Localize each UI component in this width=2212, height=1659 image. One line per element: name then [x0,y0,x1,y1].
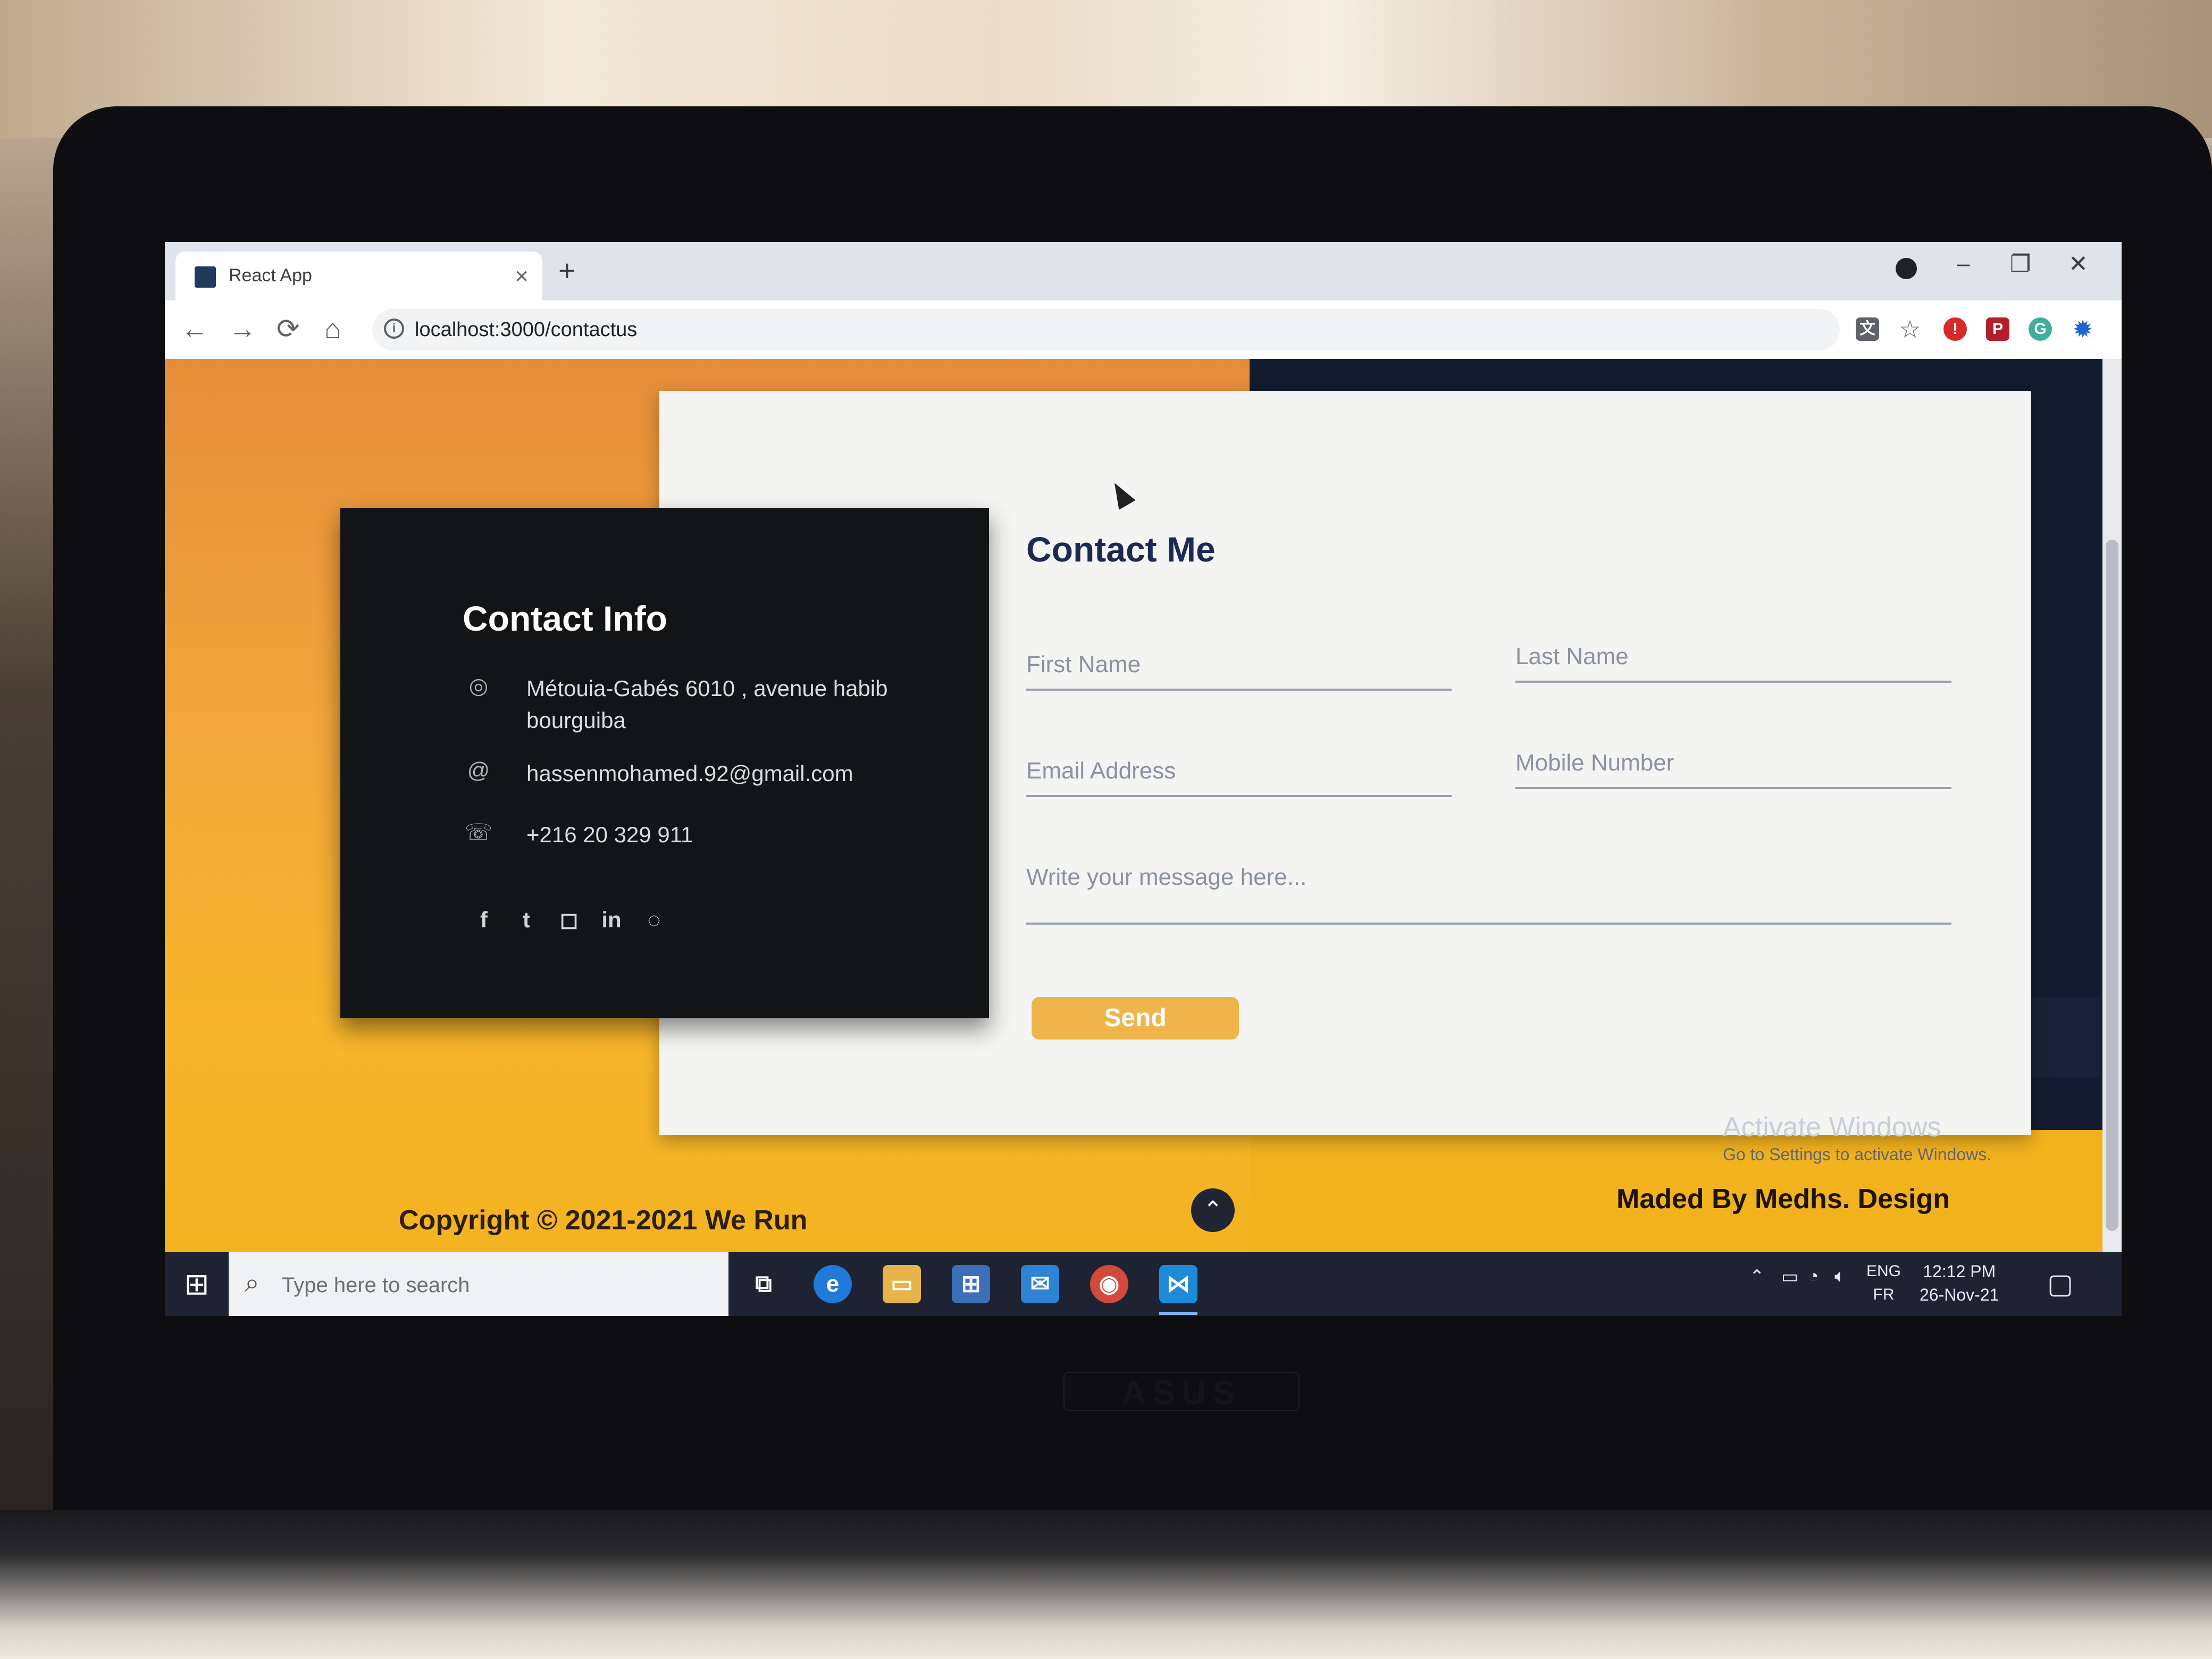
mobile-number-field[interactable]: Mobile Number [1515,739,1951,789]
show-hidden-icons-icon[interactable]: ⌃ [1749,1266,1765,1287]
whatsapp-icon[interactable]: ◌ [633,907,675,933]
pdf-icon[interactable]: P [1986,317,2009,341]
linkedin-icon[interactable]: in [590,907,633,933]
last-name-placeholder: Last Name [1515,643,1629,669]
vscode-active-indicator [1159,1312,1197,1315]
clock-time: 12:12 PM [1923,1262,1996,1281]
translate-icon[interactable]: 文 [1856,317,1879,341]
laptop-base [0,1510,2212,1659]
first-name-placeholder: First Name [1026,651,1141,677]
message-textarea[interactable]: Write your message here... [1026,853,1951,925]
browser-toolbar: ← → ⟳ ⌂ i localhost:3000/contactus 文 ☆ !… [165,300,2122,360]
last-name-field[interactable]: Last Name [1515,633,1951,683]
bookmark-star-icon[interactable]: ☆ [1898,317,1922,341]
minimize-button[interactable]: – [1957,250,1970,277]
language-secondary: FR [1873,1286,1895,1303]
clock-date: 26-Nov-21 [1920,1285,1999,1304]
windows-start-icon[interactable]: ⊞ [165,1252,229,1316]
task-view-icon[interactable]: ⧉ [744,1265,783,1303]
facebook-icon[interactable]: f [463,907,505,933]
footer-copyright: Copyright © 2021-2021 We Run [399,1205,808,1236]
phone-text: +216 20 329 911 [526,822,693,847]
activate-windows-subtitle: Go to Settings to activate Windows. [1723,1145,1992,1164]
tab-close-icon[interactable]: × [515,263,529,290]
location-icon: ◎ [468,673,489,698]
contact-page: Contact Me First Name Last Name Email Ad… [165,359,2122,1316]
address-bar[interactable]: i localhost:3000/contactus [372,309,1840,350]
gear-extension-icon[interactable]: ✹ [2071,317,2094,341]
site-info-icon[interactable]: i [384,319,404,339]
mail-icon[interactable]: ✉ [1021,1265,1059,1303]
laptop-screen: React App × + – ❐ ✕ ← → ⟳ ⌂ i localhost:… [165,242,2122,1316]
social-links: f t ◻ in ◌ [463,907,675,933]
browser-tab-bar: React App × + – ❐ ✕ [165,242,2122,300]
twitter-icon[interactable]: t [505,907,548,933]
ublock-icon[interactable]: ! [1943,317,1967,341]
edge-browser-icon[interactable]: e [814,1265,852,1303]
message-placeholder: Write your message here... [1026,864,1307,890]
tab-title: React App [229,265,312,286]
taskbar-search[interactable]: ⌕ Type here to search [229,1252,728,1316]
page-scrollbar[interactable] [2102,359,2122,1316]
taskbar-clock[interactable]: 12:12 PM 26-Nov-21 [1920,1260,1999,1306]
address-text: Métouia-Gabés 6010 , avenue habib bourgu… [526,676,888,733]
react-app-favicon-icon [195,266,216,288]
language-indicator[interactable]: ENG FR [1866,1260,1901,1306]
contact-info-title: Contact Info [463,599,667,638]
home-icon[interactable]: ⌂ [324,313,341,345]
microsoft-store-icon[interactable]: ⊞ [952,1265,990,1303]
email-field[interactable]: Email Address [1026,747,1452,797]
battery-icon[interactable]: ▭ [1781,1266,1798,1287]
back-arrow-icon[interactable]: ← [181,313,208,345]
search-placeholder: Type here to search [282,1273,470,1297]
volume-icon[interactable]: 🔈︎ [1834,1266,1845,1287]
url-text: localhost:3000/contactus [415,319,638,341]
mobile-number-placeholder: Mobile Number [1515,750,1674,776]
form-title: Contact Me [1026,530,1216,569]
headset-icon: ☏ [464,819,493,844]
forward-arrow-icon[interactable]: → [229,313,256,345]
browser-tab[interactable]: React App × [175,252,542,300]
wifi-icon[interactable]: ◔ [1808,1266,1819,1287]
footer-credit: Maded By Medhs. Design [1616,1184,1950,1214]
media-control-icon[interactable] [1896,258,1917,279]
chrome-icon[interactable]: ◉ [1090,1265,1128,1303]
email-text[interactable]: hassenmohamed.92@gmail.com [526,758,931,790]
scroll-to-top-button[interactable]: ⌃ [1191,1188,1235,1232]
notification-icon[interactable]: ▢ [2047,1268,2073,1300]
new-tab-button[interactable]: + [558,256,576,286]
maximize-button[interactable]: ❐ [2010,250,2031,278]
contact-info-card: Contact Info ◎ Métouia-Gabés 6010 , aven… [340,508,989,1018]
vscode-icon[interactable]: ⋈ [1159,1265,1197,1303]
reload-icon[interactable]: ⟳ [276,313,300,345]
instagram-icon[interactable]: ◻ [548,907,590,933]
grammarly-icon[interactable]: G [2029,317,2052,341]
first-name-field[interactable]: First Name [1026,641,1452,691]
at-sign-icon: @ [467,758,490,783]
send-button[interactable]: Send [1032,997,1239,1040]
file-explorer-icon[interactable]: ▭ [883,1265,921,1303]
close-window-button[interactable]: ✕ [2068,250,2088,278]
activate-windows-title: Activate Windows [1723,1112,1941,1143]
scrollbar-thumb[interactable] [2106,540,2118,1231]
email-placeholder: Email Address [1026,758,1176,784]
language-primary: ENG [1866,1262,1901,1280]
windows-taskbar: ⊞ ⌕ Type here to search ⧉ e ▭ ⊞ ✉ ◉ ⋈ ⌃ … [165,1252,2122,1316]
laptop-brand-logo: ASUS [1063,1372,1300,1412]
search-icon: ⌕ [245,1268,259,1297]
